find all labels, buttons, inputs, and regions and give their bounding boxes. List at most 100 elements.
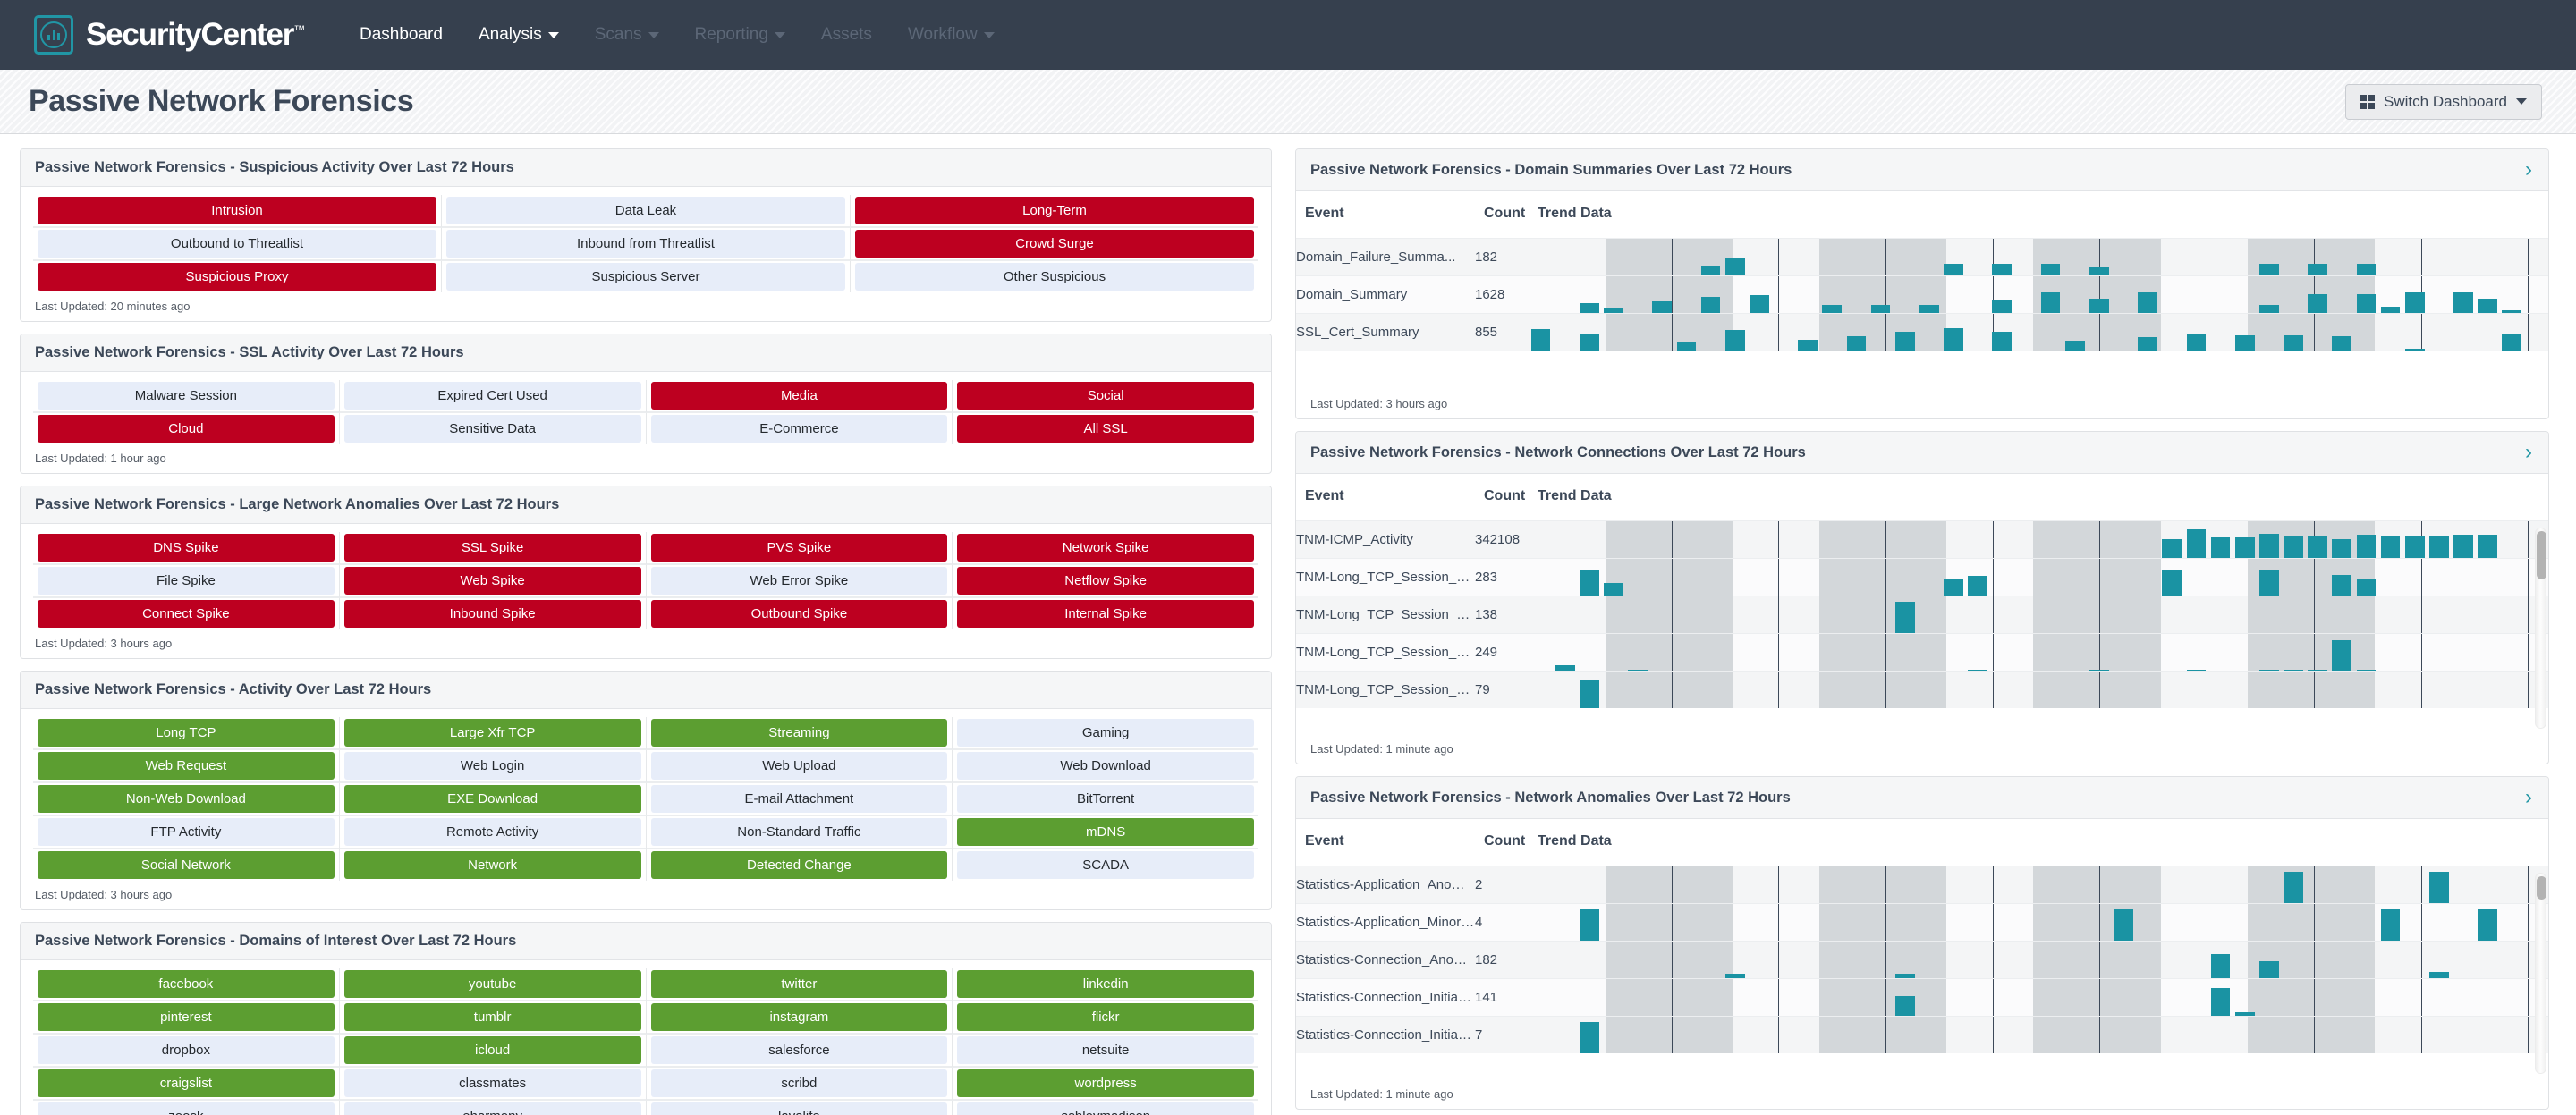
chevron-right-icon[interactable]: › bbox=[2525, 442, 2534, 463]
matrix-cell-wordpress[interactable]: wordpress bbox=[957, 1069, 1254, 1097]
matrix-cell-web-error-spike[interactable]: Web Error Spike bbox=[650, 567, 948, 595]
matrix-cell-large-xfr-tcp[interactable]: Large Xfr TCP bbox=[343, 719, 641, 747]
matrix-cell-ashleymadison[interactable]: ashleymadison bbox=[957, 1102, 1254, 1115]
table-row[interactable]: Domain_Failure_Summa... 182 bbox=[1296, 238, 2548, 276]
matrix-cell-other-suspicious[interactable]: Other Suspicious bbox=[855, 263, 1254, 291]
matrix-cell-web-download[interactable]: Web Download bbox=[957, 752, 1254, 780]
matrix-cell-eharmony[interactable]: eharmony bbox=[343, 1102, 641, 1115]
table-row[interactable]: TNM-Long_TCP_Session_45_Minutes79 bbox=[1296, 671, 2548, 708]
table-row[interactable]: Statistics-Connection_Initiation_Large_A… bbox=[1296, 1016, 2548, 1053]
matrix-cell-web-spike[interactable]: Web Spike bbox=[343, 567, 641, 595]
matrix-cell-data-leak[interactable]: Data Leak bbox=[446, 197, 845, 224]
nav-item-analysis[interactable]: Analysis bbox=[479, 25, 559, 45]
matrix-cell-twitter[interactable]: twitter bbox=[650, 970, 948, 998]
sparkline-gridline bbox=[2313, 596, 2315, 633]
matrix-cell-web-login[interactable]: Web Login bbox=[343, 752, 641, 780]
vertical-scrollbar[interactable] bbox=[2535, 873, 2546, 1074]
matrix-cell-inbound-spike[interactable]: Inbound Spike bbox=[343, 600, 641, 628]
scrollbar-thumb[interactable] bbox=[2537, 876, 2546, 900]
table-row[interactable]: Statistics-Connection_Anomaly 182 bbox=[1296, 941, 2548, 979]
matrix-cell-zoosk[interactable]: zoosk bbox=[38, 1102, 335, 1115]
matrix-cell-icloud[interactable]: icloud bbox=[343, 1036, 641, 1064]
matrix-cell-youtube[interactable]: youtube bbox=[343, 970, 641, 998]
matrix-cell-e-commerce[interactable]: E-Commerce bbox=[650, 415, 948, 443]
matrix-cell-non-web-download[interactable]: Non-Web Download bbox=[38, 785, 335, 813]
matrix-cell-internal-spike[interactable]: Internal Spike bbox=[957, 600, 1254, 628]
matrix-cell-suspicious-proxy[interactable]: Suspicious Proxy bbox=[38, 263, 436, 291]
matrix-cell-web-request[interactable]: Web Request bbox=[38, 752, 335, 780]
table-row[interactable]: Statistics-Connection_Initiation_Anomaly… bbox=[1296, 978, 2548, 1017]
matrix-cell-exe-download[interactable]: EXE Download bbox=[343, 785, 641, 813]
matrix-cell-outbound-to-threatlist[interactable]: Outbound to Threatlist bbox=[38, 230, 436, 258]
matrix-cell-detected-change[interactable]: Detected Change bbox=[650, 851, 948, 879]
matrix-cell-lavalife[interactable]: lavalife bbox=[650, 1102, 948, 1115]
chevron-right-icon[interactable]: › bbox=[2525, 159, 2534, 181]
matrix-cell-classmates[interactable]: classmates bbox=[343, 1069, 641, 1097]
matrix-cell-scada[interactable]: SCADA bbox=[957, 851, 1254, 879]
matrix-cell-dns-spike[interactable]: DNS Spike bbox=[38, 534, 335, 562]
matrix-cell-ftp-activity[interactable]: FTP Activity bbox=[38, 818, 335, 846]
matrix-cell-social-network[interactable]: Social Network bbox=[38, 851, 335, 879]
matrix-cell-expired-cert-used[interactable]: Expired Cert Used bbox=[343, 382, 641, 410]
matrix-cell-flickr[interactable]: flickr bbox=[957, 1003, 1254, 1031]
matrix-cell-dropbox[interactable]: dropbox bbox=[38, 1036, 335, 1064]
chevron-right-icon[interactable]: › bbox=[2525, 787, 2534, 808]
matrix-cell-facebook[interactable]: facebook bbox=[38, 970, 335, 998]
matrix-cell-salesforce[interactable]: salesforce bbox=[650, 1036, 948, 1064]
matrix-cell-sensitive-data[interactable]: Sensitive Data bbox=[343, 415, 641, 443]
matrix-cell-media[interactable]: Media bbox=[650, 382, 948, 410]
matrix-cell-file-spike[interactable]: File Spike bbox=[38, 567, 335, 595]
matrix-cell-non-standard-traffic[interactable]: Non-Standard Traffic bbox=[650, 818, 948, 846]
matrix-cell-malware-session[interactable]: Malware Session bbox=[38, 382, 335, 410]
scrollbar-thumb[interactable] bbox=[2537, 531, 2546, 579]
table-row[interactable]: TNM-Long_TCP_Session_30_Minutes249 bbox=[1296, 633, 2548, 672]
matrix-cell-tumblr[interactable]: tumblr bbox=[343, 1003, 641, 1031]
nav-item-workflow[interactable]: Workflow bbox=[908, 25, 995, 45]
matrix-cell-network[interactable]: Network bbox=[343, 851, 641, 879]
matrix-cell-netflow-spike[interactable]: Netflow Spike bbox=[957, 567, 1254, 595]
matrix-cell-connect-spike[interactable]: Connect Spike bbox=[38, 600, 335, 628]
matrix-cell-pvs-spike[interactable]: PVS Spike bbox=[650, 534, 948, 562]
matrix-cell-network-spike[interactable]: Network Spike bbox=[957, 534, 1254, 562]
matrix-cell-scribd[interactable]: scribd bbox=[650, 1069, 948, 1097]
matrix-cell-ssl-spike[interactable]: SSL Spike bbox=[343, 534, 641, 562]
matrix-cell-streaming[interactable]: Streaming bbox=[650, 719, 948, 747]
sparkline-shaded-band bbox=[2033, 866, 2161, 903]
matrix-cell-social[interactable]: Social bbox=[957, 382, 1254, 410]
table-row[interactable]: TNM-Long_TCP_Session_15_Minutes283 bbox=[1296, 558, 2548, 596]
matrix-cell-mdns[interactable]: mDNS bbox=[957, 818, 1254, 846]
vertical-scrollbar[interactable] bbox=[2535, 528, 2546, 729]
matrix-cell-netsuite[interactable]: netsuite bbox=[957, 1036, 1254, 1064]
matrix-cell-suspicious-server[interactable]: Suspicious Server bbox=[446, 263, 845, 291]
matrix-cell-linkedin[interactable]: linkedin bbox=[957, 970, 1254, 998]
matrix-cell-long-tcp[interactable]: Long TCP bbox=[38, 719, 335, 747]
matrix-cell-inbound-from-threatlist[interactable]: Inbound from Threatlist bbox=[446, 230, 845, 258]
matrix-cell-web-upload[interactable]: Web Upload bbox=[650, 752, 948, 780]
matrix-cell-bittorrent[interactable]: BitTorrent bbox=[957, 785, 1254, 813]
table-row[interactable]: TNM-Long_TCP_Session_1_Day138 bbox=[1296, 596, 2548, 634]
matrix-cell-intrusion[interactable]: Intrusion bbox=[38, 197, 436, 224]
nav-item-dashboard[interactable]: Dashboard bbox=[360, 25, 443, 45]
matrix-cell-outbound-spike[interactable]: Outbound Spike bbox=[650, 600, 948, 628]
matrix-cell-long-term[interactable]: Long-Term bbox=[855, 197, 1254, 224]
nav-item-assets[interactable]: Assets bbox=[821, 25, 872, 45]
matrix-cell-gaming[interactable]: Gaming bbox=[957, 719, 1254, 747]
table-row[interactable]: Domain_Summary 1628 bbox=[1296, 275, 2548, 314]
table-row[interactable]: Statistics-Application_Minor_Anomaly4 bbox=[1296, 903, 2548, 942]
switch-dashboard-button[interactable]: Switch Dashboard bbox=[2345, 83, 2542, 120]
matrix-cell-pinterest[interactable]: pinterest bbox=[38, 1003, 335, 1031]
matrix-cell-instagram[interactable]: instagram bbox=[650, 1003, 948, 1031]
matrix-cell-remote-activity[interactable]: Remote Activity bbox=[343, 818, 641, 846]
matrix-cell-crowd-surge[interactable]: Crowd Surge bbox=[855, 230, 1254, 258]
matrix-cell-cloud[interactable]: Cloud bbox=[38, 415, 335, 443]
nav-item-scans[interactable]: Scans bbox=[595, 25, 659, 45]
brand-logo[interactable]: SecurityCenter™ bbox=[34, 15, 305, 55]
matrix-cell-all-ssl[interactable]: All SSL bbox=[957, 415, 1254, 443]
table-row[interactable]: SSL_Cert_Summary 855 bbox=[1296, 313, 2548, 351]
nav-item-reporting[interactable]: Reporting bbox=[695, 25, 785, 45]
matrix-cell-craigslist[interactable]: craigslist bbox=[38, 1069, 335, 1097]
table-row[interactable]: Statistics-Application_Anomaly 2 bbox=[1296, 866, 2548, 904]
matrix-cell-e-mail-attachment[interactable]: E-mail Attachment bbox=[650, 785, 948, 813]
trend-sparkline-cell bbox=[1529, 866, 2548, 904]
table-row[interactable]: TNM-ICMP_Activity 342108 bbox=[1296, 520, 2548, 559]
